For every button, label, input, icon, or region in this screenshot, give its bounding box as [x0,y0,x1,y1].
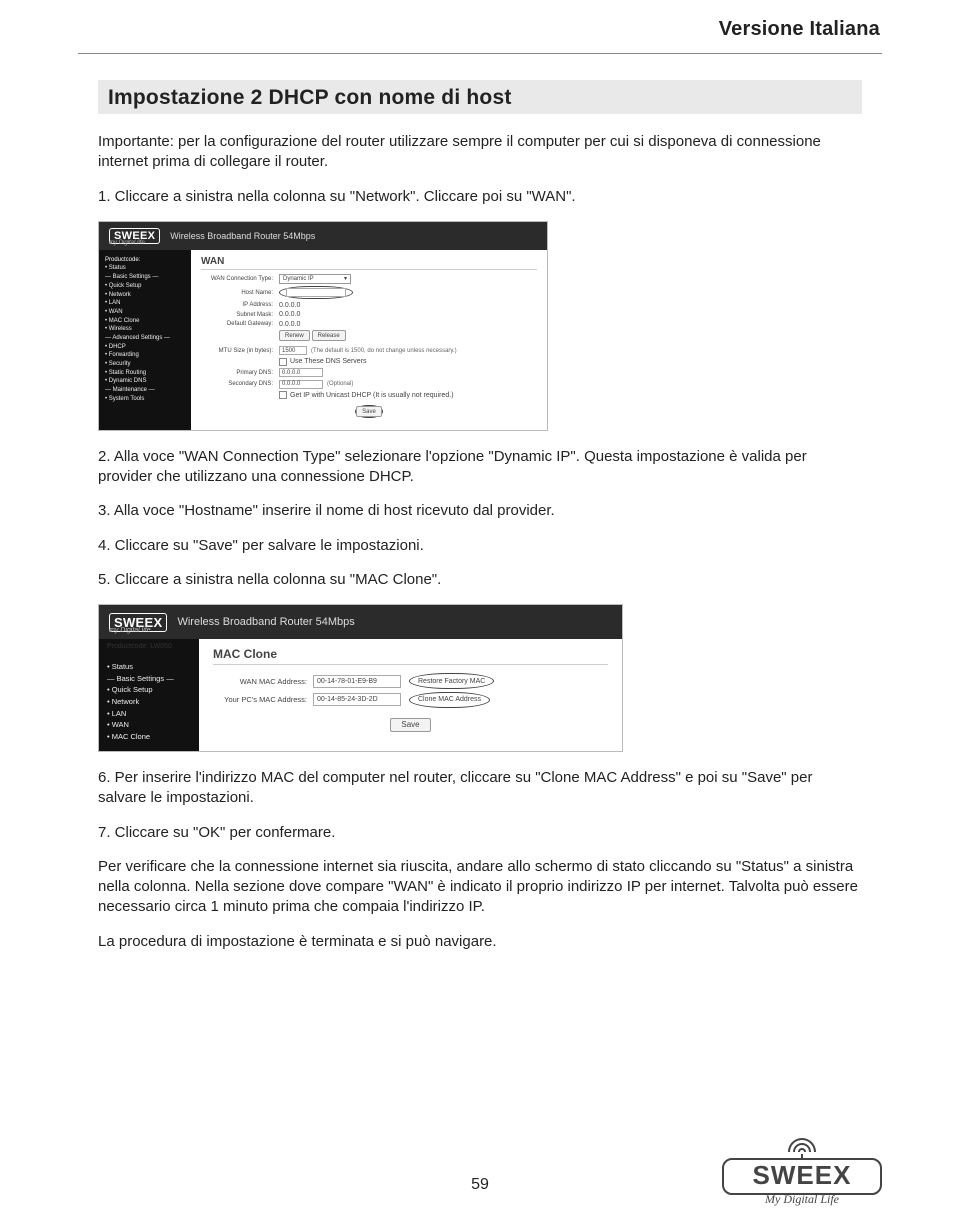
shot1-gw-value: 0.0.0.0 [279,321,300,328]
shot2-tagline: my Digital life [109,627,151,634]
chevron-down-icon: ▾ [344,275,347,282]
shot1-topbar: SWEEX Wireless Broadband Router 54Mbps m… [99,222,547,250]
shot1-side-item: — Basic Settings — [105,273,185,282]
shot1-side-item[interactable]: • Static Routing [105,369,185,378]
shot2-side-item[interactable]: • LAN [107,708,191,720]
shot1-release-button[interactable]: Release [312,330,346,341]
header-divider [78,53,882,54]
shot1-ip-label: IP Address: [201,302,279,308]
content: Impostazione 2 DHCP con nome di host Imp… [98,80,862,966]
shot1-mtu-note: (The default is 1500, do not change unle… [311,348,457,354]
shot1-gw-label: Default Gateway: [201,321,279,327]
shot1-ip-value: 0.0.0.0 [279,302,300,309]
shot2-topbar: SWEEX Wireless Broadband Router 54Mbps m… [99,605,622,639]
step-6: 6. Per inserire l'indirizzo MAC del comp… [98,768,862,809]
shot1-mtu-input[interactable]: 1500 [279,346,307,355]
shot1-host-label: Host Name: [201,290,279,296]
shot1-side-item[interactable]: • Status [105,264,185,273]
shot2-pc-input[interactable]: 00-14-85-24-3D-2D [313,693,401,706]
shot1-unicast-checkbox[interactable] [279,391,287,399]
shot1-side-item[interactable]: • Network [105,291,185,300]
shot1-side-item[interactable]: • System Tools [105,395,185,404]
shot1-side-item[interactable]: • MAC Clone [105,317,185,326]
shot1-dns2-label: Secondary DNS: [201,381,279,387]
shot2-side-item[interactable]: • WAN [107,719,191,731]
shot1-side-item[interactable]: • Dynamic DNS [105,377,185,386]
shot1-unicast-label: Get IP with Unicast DHCP (It is usually … [290,392,454,399]
shot1-mask-label: Subnet Mask: [201,312,279,318]
shot2-panel-title: MAC Clone [213,647,608,665]
shot1-conn-label: WAN Connection Type: [201,276,279,282]
shot1-save-circle: Save [355,405,383,418]
shot1-conn-dropdown[interactable]: Dynamic IP ▾ [279,274,351,284]
section-title: Impostazione 2 DHCP con nome di host [98,80,862,114]
step-4: 4. Cliccare su "Save" per salvare le imp… [98,536,862,556]
page: Versione Italiana Impostazione 2 DHCP co… [0,0,960,1226]
shot1-side-item[interactable]: • Quick Setup [105,282,185,291]
shot2-save-button[interactable]: Save [390,718,430,732]
shot2-side-item[interactable]: • Network [107,696,191,708]
shot2-main: MAC Clone WAN MAC Address:00-14-78-01-E9… [199,639,622,751]
shot1-side-item[interactable]: • Security [105,360,185,369]
shot1-renew-button[interactable]: Renew [279,330,310,341]
step-7: 7. Cliccare su "OK" per confermare. [98,823,862,843]
shot1-host-circle [279,286,353,299]
step-1: 1. Cliccare a sinistra nella colonna su … [98,187,862,207]
shot1-title: Wireless Broadband Router 54Mbps [170,231,315,241]
shot1-main: WAN WAN Connection Type: Dynamic IP ▾ Hos… [191,250,547,430]
header-language-label: Versione Italiana [719,18,880,41]
shot1-dns1-label: Primary DNS: [201,370,279,376]
shot2-productcode: Productcode: LW050 [107,643,172,650]
shot1-side-item[interactable]: • Wireless [105,325,185,334]
shot1-save-button[interactable]: Save [356,406,382,417]
shot1-dns-checkbox[interactable] [279,358,287,366]
shot1-side-item[interactable]: • DHCP [105,343,185,352]
shot1-mask-value: 0.0.0.0 [279,311,300,318]
shot1-dns2-input[interactable]: 0.0.0.0 [279,380,323,389]
shot1-side-item[interactable]: • LAN [105,299,185,308]
shot1-dns-chk-label: Use These DNS Servers [290,358,367,365]
shot1-conn-value: Dynamic IP [283,276,314,282]
intro-paragraph: Importante: per la configurazione del ro… [98,132,862,173]
footer-brand: SWEEX [722,1158,882,1195]
shot2-pc-label: Your PC's MAC Address: [213,695,313,704]
shot1-host-input[interactable] [286,288,346,297]
step-5: 5. Cliccare a sinistra nella colonna su … [98,570,862,590]
final-paragraph: La procedura di impostazione è terminata… [98,932,862,952]
shot2-restore-button[interactable]: Restore Factory MAC [409,673,494,689]
step-2: 2. Alla voce "WAN Connection Type" selez… [98,447,862,488]
shot2-wan-label: WAN MAC Address: [213,677,313,686]
shot2-clone-button[interactable]: Clone MAC Address [409,692,490,708]
screenshot-wan: SWEEX Wireless Broadband Router 54Mbps m… [98,221,548,431]
footer-slogan: My Digital Life [722,1192,882,1207]
shot1-dns2-note: (Optional) [327,381,353,387]
step-3: 3. Alla voce "Hostname" inserire il nome… [98,501,862,521]
shot1-mtu-label: MTU Size (in bytes): [201,348,279,354]
verify-paragraph: Per verificare che la connessione intern… [98,857,862,918]
shot1-sidebar: Productcode: • Status — Basic Settings —… [99,250,191,430]
shot2-sidebar: • Status — Basic Settings — • Quick Setu… [99,639,199,751]
shot1-side-item[interactable]: • Forwarding [105,351,185,360]
shot2-side-item[interactable]: • Quick Setup [107,684,191,696]
shot2-title: Wireless Broadband Router 54Mbps [177,616,354,628]
shot1-tagline: my Digital life [109,240,145,246]
shot1-side-item: — Advanced Settings — [105,334,185,343]
shot2-wan-input[interactable]: 00-14-78-01-E9-B9 [313,675,401,688]
shot1-side-item[interactable]: • WAN [105,308,185,317]
shot1-side-item: — Maintenance — [105,386,185,395]
footer-logo: SWEEX My Digital Life [722,1140,882,1204]
shot2-side-item[interactable]: • Status [107,661,191,673]
shot2-side-item: — Basic Settings — [107,673,191,685]
shot1-panel-title: WAN [201,256,537,270]
screenshot-mac-clone: SWEEX Wireless Broadband Router 54Mbps m… [98,604,623,752]
shot1-productcode-label: Productcode: [105,256,185,265]
shot2-side-item[interactable]: • MAC Clone [107,731,191,743]
shot1-dns1-input[interactable]: 0.0.0.0 [279,368,323,377]
